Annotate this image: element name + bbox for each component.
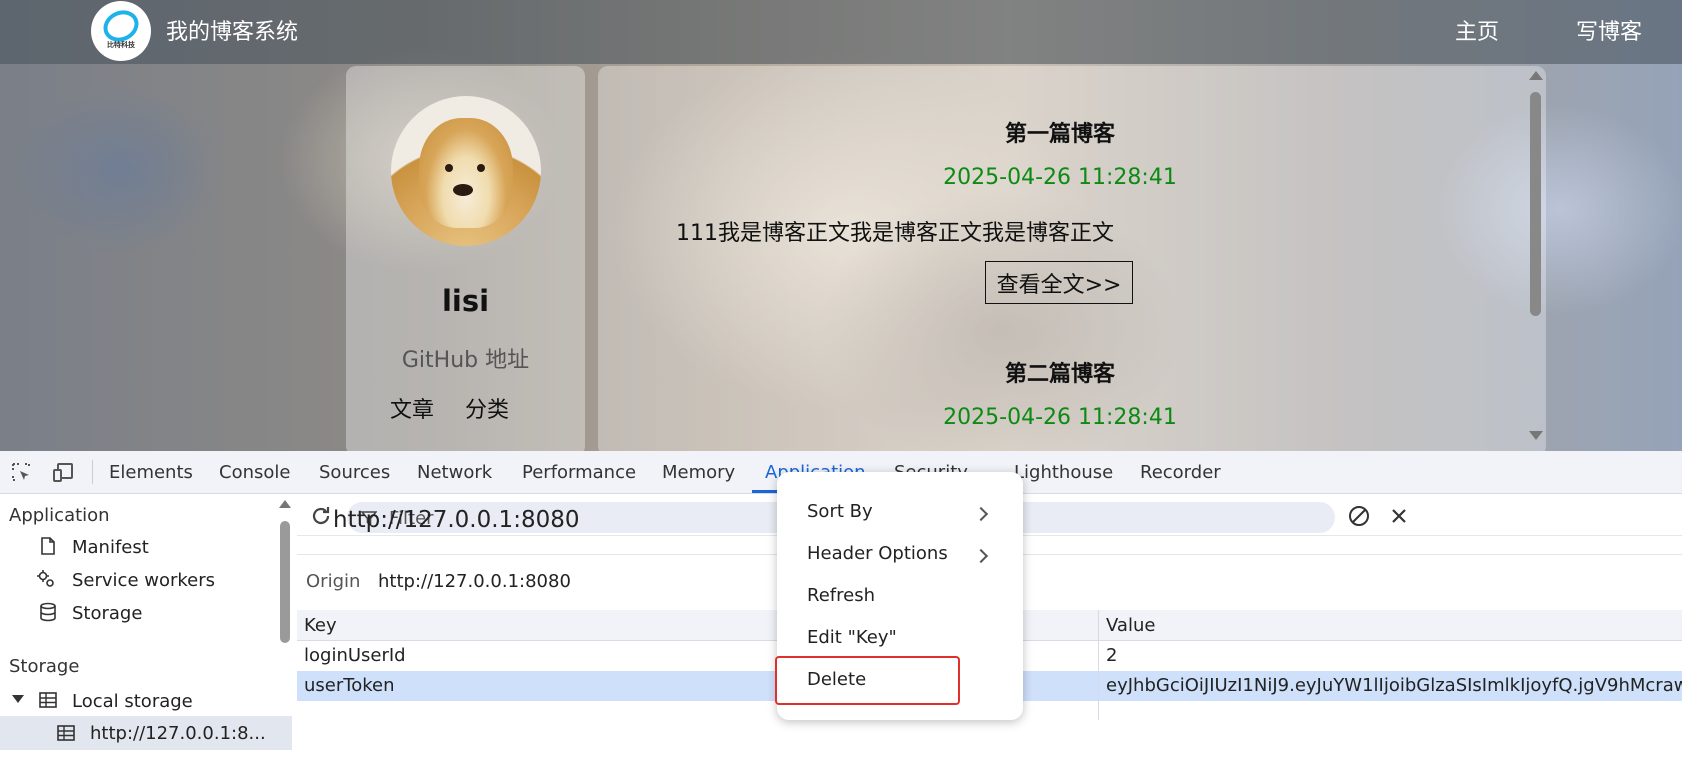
row-key: loginUserId [304,645,406,666]
table-icon [39,692,57,708]
site-logo[interactable]: 比特科技 [91,1,151,61]
submenu-arrow-icon [973,506,989,522]
origin-heading: http://127.0.0.1:8080 [333,507,580,533]
post-title: 第一篇博客 [1004,122,1115,147]
tab-separator [92,460,93,484]
profile-username: lisi [441,284,490,318]
sidebar-item-local-storage[interactable]: Local storage [72,691,193,712]
avatar [391,96,541,246]
post-date: 2025-04-26 11:28:41 [943,165,1177,190]
database-icon [40,602,56,622]
scroll-thumb[interactable] [1530,92,1541,316]
scroll-up-arrow-icon[interactable] [279,500,291,508]
inspect-element-icon[interactable] [10,461,32,483]
expand-triangle-icon[interactable] [12,695,24,703]
sidebar-section-application: Application [9,505,110,526]
sidebar-item-local-storage-origin[interactable]: http://127.0.0.1:8... [90,723,270,744]
column-divider[interactable] [1098,610,1099,720]
application-sidebar: Application Manifest Service workers Sto… [0,494,292,759]
refresh-icon[interactable] [309,504,333,528]
tab-network[interactable]: Network [417,462,492,483]
delete-highlight-box [775,656,960,705]
post-date: 2025-04-26 11:28:41 [943,405,1177,430]
scroll-up-arrow-icon[interactable] [1529,71,1543,80]
sidebar-section-storage: Storage [9,656,80,677]
github-link[interactable]: GitHub 地址 [346,342,585,374]
clear-all-icon[interactable] [1347,504,1371,528]
scroll-down-arrow-icon[interactable] [1529,431,1543,440]
menu-item-sort-by[interactable]: Sort By [807,501,873,522]
row-value: eyJhbGciOiJIUzI1NiJ9.eyJuYW1lIjoibGlzaSI… [1106,675,1682,696]
sidebar-item-storage[interactable]: Storage [72,603,142,624]
tab-memory[interactable]: Memory [662,462,735,483]
avatar-dog-image [419,118,513,228]
context-menu: Sort By Header Options Refresh Edit "Key… [775,472,1023,720]
post-excerpt: 111我是博客正文我是博客正文我是博客正文 [676,221,1114,246]
menu-item-header-options[interactable]: Header Options [807,543,948,564]
logo-text: 比特科技 [107,41,135,49]
nav-home-link[interactable]: 主页 [1455,14,1499,46]
blog-page: 比特科技 我的博客系统 主页 写博客 lisi GitHub 地址 文章 分类 … [0,0,1682,451]
column-header-value[interactable]: Value [1106,615,1155,636]
profile-card: lisi GitHub 地址 文章 分类 [346,66,585,451]
site-header: 比特科技 我的博客系统 主页 写博客 [0,0,1682,64]
menu-item-edit-key[interactable]: Edit "Key" [807,627,897,648]
categories-label: 分类 [465,398,510,423]
tab-performance[interactable]: Performance [522,462,636,483]
origin-value: http://127.0.0.1:8080 [378,571,571,592]
submenu-arrow-icon [973,548,989,564]
device-toolbar-icon[interactable] [52,461,74,483]
tab-console[interactable]: Console [219,462,290,483]
tab-lighthouse[interactable]: Lighthouse [1014,462,1113,483]
scroll-thumb[interactable] [280,521,290,643]
read-more-button[interactable]: 查看全文>> [985,261,1133,304]
tab-sources[interactable]: Sources [319,462,390,483]
delete-selected-icon[interactable] [1389,506,1409,526]
column-header-key[interactable]: Key [304,615,337,636]
gears-icon [37,570,54,587]
row-key: userToken [304,675,395,696]
sidebar-scrollbar[interactable] [278,494,292,759]
sidebar-item-service-workers[interactable]: Service workers [72,570,215,591]
nav-write-link[interactable]: 写博客 [1576,14,1642,46]
site-title: 我的博客系统 [166,20,299,45]
table-icon [57,725,75,741]
row-value: 2 [1106,645,1118,666]
file-icon [41,537,55,555]
post-title: 第二篇博客 [1004,362,1115,387]
sidebar-item-manifest[interactable]: Manifest [72,537,149,558]
blog-list-scrollbar[interactable] [1524,66,1546,451]
tab-recorder[interactable]: Recorder [1140,462,1221,483]
origin-label: Origin [306,571,361,592]
blog-list: 第一篇博客 2025-04-26 11:28:41 111我是博客正文我是博客正… [598,66,1546,451]
tab-elements[interactable]: Elements [109,462,193,483]
menu-item-refresh[interactable]: Refresh [807,585,875,606]
articles-label: 文章 [390,398,435,423]
